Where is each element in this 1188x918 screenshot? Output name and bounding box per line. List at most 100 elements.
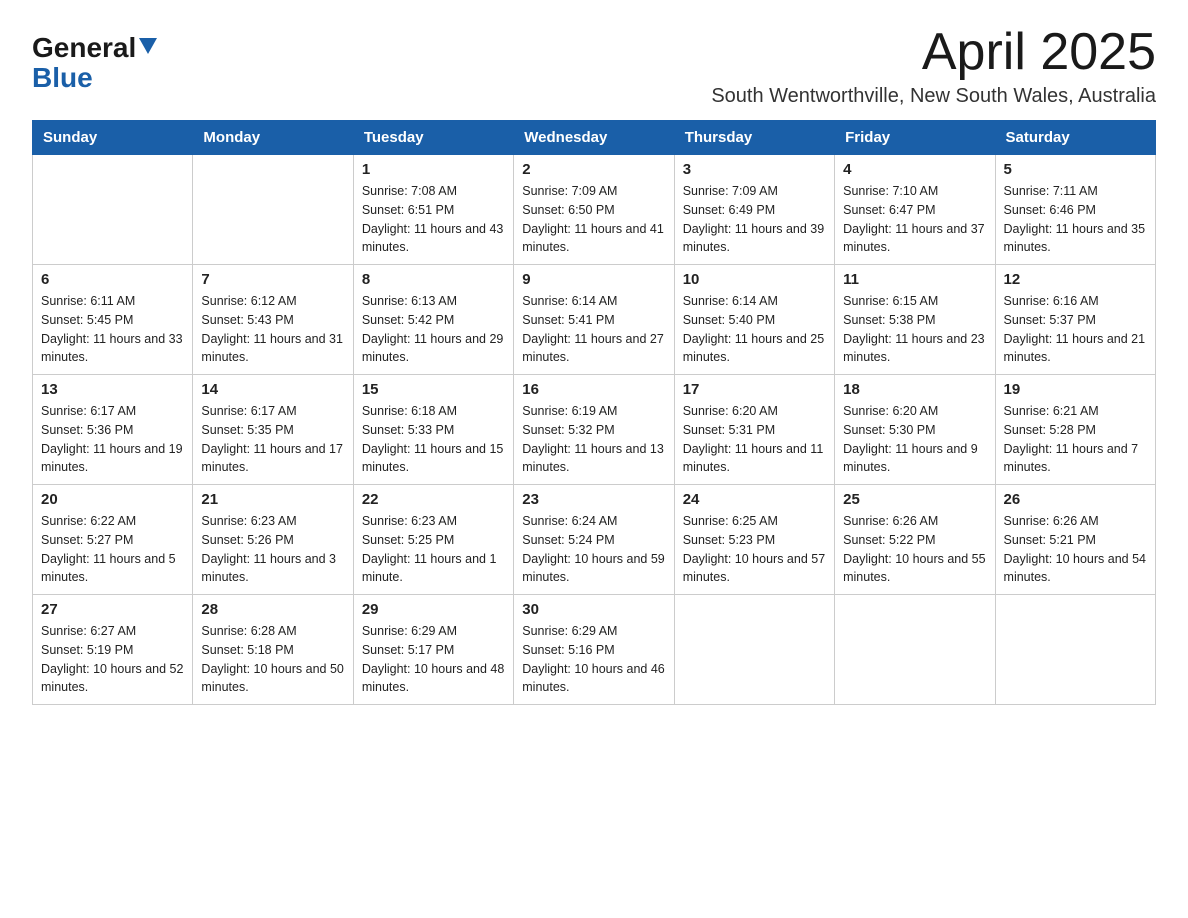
day-number: 26: [1004, 491, 1147, 508]
day-cell: 3 Sunrise: 7:09 AM Sunset: 6:49 PM Dayli…: [674, 155, 834, 265]
sunset-text: Sunset: 5:38 PM: [843, 313, 935, 327]
daylight-text: Daylight: 10 hours and 59 minutes.: [522, 552, 664, 585]
day-cell: [33, 155, 193, 265]
day-number: 8: [362, 271, 505, 288]
sunrise-text: Sunrise: 6:15 AM: [843, 294, 938, 308]
week-row-4: 20 Sunrise: 6:22 AM Sunset: 5:27 PM Dayl…: [33, 485, 1156, 595]
day-info: Sunrise: 6:14 AM Sunset: 5:41 PM Dayligh…: [522, 292, 665, 367]
day-info: Sunrise: 6:23 AM Sunset: 5:25 PM Dayligh…: [362, 512, 505, 587]
day-cell: 29 Sunrise: 6:29 AM Sunset: 5:17 PM Dayl…: [353, 595, 513, 705]
day-info: Sunrise: 7:09 AM Sunset: 6:50 PM Dayligh…: [522, 182, 665, 257]
sunset-text: Sunset: 5:27 PM: [41, 533, 133, 547]
day-number: 4: [843, 161, 986, 178]
daylight-text: Daylight: 11 hours and 23 minutes.: [843, 332, 985, 365]
logo-general: General: [32, 32, 136, 64]
day-cell: 17 Sunrise: 6:20 AM Sunset: 5:31 PM Dayl…: [674, 375, 834, 485]
daylight-text: Daylight: 11 hours and 7 minutes.: [1004, 442, 1139, 475]
daylight-text: Daylight: 11 hours and 29 minutes.: [362, 332, 504, 365]
day-number: 13: [41, 381, 184, 398]
day-cell: 22 Sunrise: 6:23 AM Sunset: 5:25 PM Dayl…: [353, 485, 513, 595]
sunrise-text: Sunrise: 7:11 AM: [1004, 184, 1098, 198]
sunset-text: Sunset: 5:23 PM: [683, 533, 775, 547]
day-number: 3: [683, 161, 826, 178]
day-cell: 8 Sunrise: 6:13 AM Sunset: 5:42 PM Dayli…: [353, 265, 513, 375]
day-info: Sunrise: 6:15 AM Sunset: 5:38 PM Dayligh…: [843, 292, 986, 367]
sunrise-text: Sunrise: 6:20 AM: [683, 404, 778, 418]
title-block: April 2025 South Wentworthville, New Sou…: [711, 24, 1156, 108]
day-number: 19: [1004, 381, 1147, 398]
sunrise-text: Sunrise: 6:14 AM: [522, 294, 617, 308]
day-number: 2: [522, 161, 665, 178]
day-number: 23: [522, 491, 665, 508]
sunrise-text: Sunrise: 6:29 AM: [362, 624, 457, 638]
sunrise-text: Sunrise: 6:27 AM: [41, 624, 136, 638]
daylight-text: Daylight: 11 hours and 25 minutes.: [683, 332, 825, 365]
sunrise-text: Sunrise: 6:13 AM: [362, 294, 457, 308]
sunrise-text: Sunrise: 6:28 AM: [201, 624, 296, 638]
day-cell: 6 Sunrise: 6:11 AM Sunset: 5:45 PM Dayli…: [33, 265, 193, 375]
day-number: 21: [201, 491, 344, 508]
day-number: 11: [843, 271, 986, 288]
day-info: Sunrise: 6:28 AM Sunset: 5:18 PM Dayligh…: [201, 622, 344, 697]
daylight-text: Daylight: 11 hours and 19 minutes.: [41, 442, 183, 475]
day-number: 24: [683, 491, 826, 508]
sunset-text: Sunset: 5:19 PM: [41, 643, 133, 657]
daylight-text: Daylight: 11 hours and 43 minutes.: [362, 222, 504, 255]
daylight-text: Daylight: 10 hours and 48 minutes.: [362, 662, 504, 695]
sunset-text: Sunset: 5:42 PM: [362, 313, 454, 327]
logo: General Blue: [32, 32, 157, 94]
week-row-1: 1 Sunrise: 7:08 AM Sunset: 6:51 PM Dayli…: [33, 155, 1156, 265]
daylight-text: Daylight: 11 hours and 39 minutes.: [683, 222, 825, 255]
day-number: 18: [843, 381, 986, 398]
sunset-text: Sunset: 5:25 PM: [362, 533, 454, 547]
sunset-text: Sunset: 5:22 PM: [843, 533, 935, 547]
sunset-text: Sunset: 5:24 PM: [522, 533, 614, 547]
header-sunday: Sunday: [33, 121, 193, 155]
day-number: 14: [201, 381, 344, 398]
logo-blue: Blue: [32, 62, 93, 94]
day-cell: 7 Sunrise: 6:12 AM Sunset: 5:43 PM Dayli…: [193, 265, 353, 375]
sunset-text: Sunset: 5:18 PM: [201, 643, 293, 657]
daylight-text: Daylight: 11 hours and 17 minutes.: [201, 442, 343, 475]
day-info: Sunrise: 6:23 AM Sunset: 5:26 PM Dayligh…: [201, 512, 344, 587]
sunrise-text: Sunrise: 6:25 AM: [683, 514, 778, 528]
day-info: Sunrise: 6:14 AM Sunset: 5:40 PM Dayligh…: [683, 292, 826, 367]
day-info: Sunrise: 6:24 AM Sunset: 5:24 PM Dayligh…: [522, 512, 665, 587]
sunset-text: Sunset: 5:32 PM: [522, 423, 614, 437]
day-cell: [674, 595, 834, 705]
day-cell: 20 Sunrise: 6:22 AM Sunset: 5:27 PM Dayl…: [33, 485, 193, 595]
header-tuesday: Tuesday: [353, 121, 513, 155]
day-info: Sunrise: 7:09 AM Sunset: 6:49 PM Dayligh…: [683, 182, 826, 257]
week-row-2: 6 Sunrise: 6:11 AM Sunset: 5:45 PM Dayli…: [33, 265, 1156, 375]
day-info: Sunrise: 6:26 AM Sunset: 5:21 PM Dayligh…: [1004, 512, 1147, 587]
header: General Blue April 2025 South Wentworthv…: [32, 24, 1156, 108]
day-number: 6: [41, 271, 184, 288]
day-cell: 12 Sunrise: 6:16 AM Sunset: 5:37 PM Dayl…: [995, 265, 1155, 375]
daylight-text: Daylight: 11 hours and 11 minutes.: [683, 442, 824, 475]
daylight-text: Daylight: 11 hours and 5 minutes.: [41, 552, 176, 585]
daylight-text: Daylight: 11 hours and 27 minutes.: [522, 332, 664, 365]
sunrise-text: Sunrise: 6:21 AM: [1004, 404, 1099, 418]
daylight-text: Daylight: 11 hours and 9 minutes.: [843, 442, 978, 475]
day-cell: 24 Sunrise: 6:25 AM Sunset: 5:23 PM Dayl…: [674, 485, 834, 595]
day-cell: [835, 595, 995, 705]
day-info: Sunrise: 6:11 AM Sunset: 5:45 PM Dayligh…: [41, 292, 184, 367]
sunset-text: Sunset: 6:49 PM: [683, 203, 775, 217]
daylight-text: Daylight: 11 hours and 21 minutes.: [1004, 332, 1146, 365]
daylight-text: Daylight: 11 hours and 1 minute.: [362, 552, 497, 585]
sunrise-text: Sunrise: 6:26 AM: [1004, 514, 1099, 528]
day-number: 7: [201, 271, 344, 288]
header-wednesday: Wednesday: [514, 121, 674, 155]
daylight-text: Daylight: 10 hours and 57 minutes.: [683, 552, 825, 585]
day-cell: 1 Sunrise: 7:08 AM Sunset: 6:51 PM Dayli…: [353, 155, 513, 265]
day-cell: 27 Sunrise: 6:27 AM Sunset: 5:19 PM Dayl…: [33, 595, 193, 705]
header-friday: Friday: [835, 121, 995, 155]
sunrise-text: Sunrise: 6:20 AM: [843, 404, 938, 418]
sunrise-text: Sunrise: 6:23 AM: [201, 514, 296, 528]
daylight-text: Daylight: 11 hours and 41 minutes.: [522, 222, 664, 255]
day-cell: 18 Sunrise: 6:20 AM Sunset: 5:30 PM Dayl…: [835, 375, 995, 485]
sunset-text: Sunset: 5:45 PM: [41, 313, 133, 327]
daylight-text: Daylight: 11 hours and 31 minutes.: [201, 332, 343, 365]
day-number: 16: [522, 381, 665, 398]
day-cell: [193, 155, 353, 265]
